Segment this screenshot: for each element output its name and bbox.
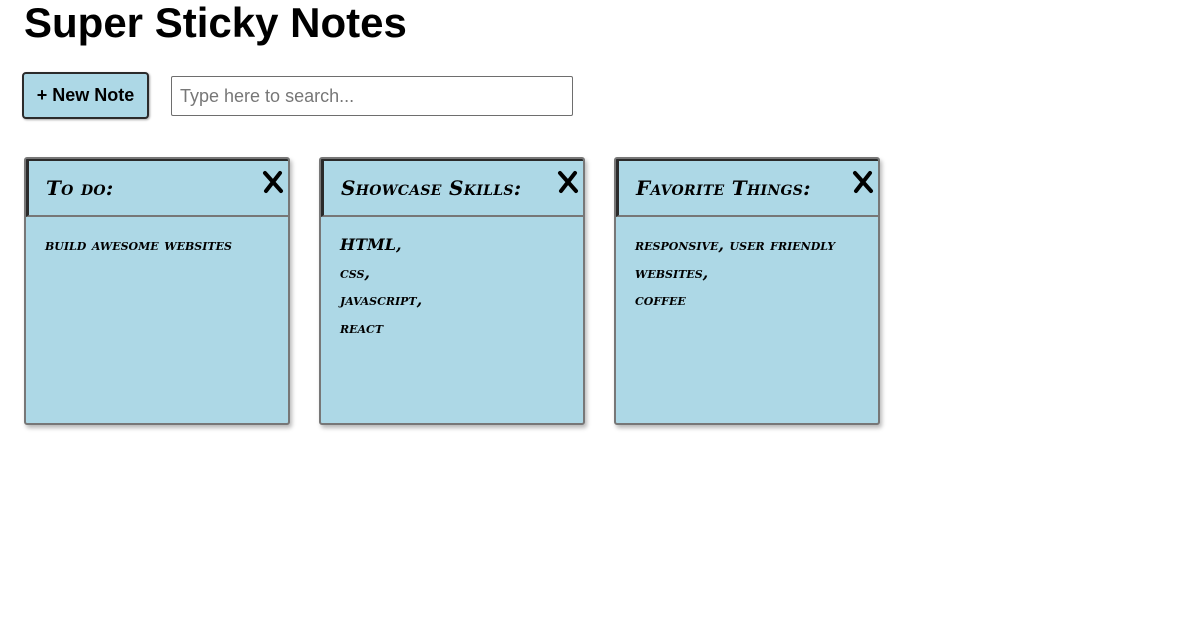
note-card: Showcase Skills: HTML, css, javascript, … (319, 157, 585, 425)
note-header: Showcase Skills: (321, 159, 583, 217)
note-line: responsive, user friendly (635, 235, 836, 254)
page-title: Super Sticky Notes (24, 0, 407, 46)
close-icon[interactable] (852, 170, 874, 194)
close-icon[interactable] (262, 170, 284, 194)
note-line: react (340, 317, 384, 337)
note-line: css, (340, 262, 370, 282)
note-card: Favorite Things: responsive, user friend… (614, 157, 880, 425)
note-title-input[interactable]: To do: (46, 176, 114, 200)
new-note-button[interactable]: + New Note (22, 72, 149, 119)
note-title-input[interactable]: Favorite Things: (636, 176, 811, 200)
note-line: websites, (635, 262, 709, 282)
note-title-input[interactable]: Showcase Skills: (341, 176, 521, 200)
note-header: Favorite Things: (616, 159, 878, 217)
note-body-textarea[interactable]: responsive, user friendly websites, coff… (635, 231, 868, 314)
note-body-textarea[interactable]: HTML, css, javascript, react (340, 231, 573, 341)
note-card: To do: build awesome websites (24, 157, 290, 425)
note-line: HTML, (340, 235, 402, 254)
notes-list: To do: build awesome websites Showcase S… (24, 157, 880, 425)
note-body-textarea[interactable]: build awesome websites (45, 231, 278, 259)
note-line: coffee (635, 290, 686, 309)
note-line: build awesome websites (45, 235, 232, 254)
search-input[interactable] (171, 76, 573, 116)
close-icon[interactable] (557, 170, 579, 194)
note-line: javascript, (340, 290, 423, 309)
note-header: To do: (26, 159, 288, 217)
